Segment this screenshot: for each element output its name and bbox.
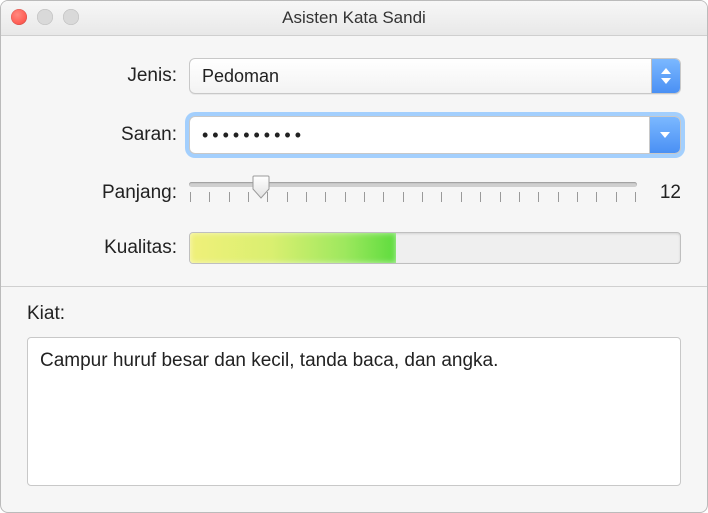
- window-close-button[interactable]: [11, 9, 27, 25]
- titlebar: Asisten Kata Sandi: [1, 1, 707, 36]
- type-dropdown[interactable]: Pedoman: [189, 58, 681, 94]
- password-assistant-window: Asisten Kata Sandi Jenis: Pedoman Saran:: [0, 0, 708, 513]
- suggestion-dropdown-button[interactable]: [649, 117, 680, 153]
- window-minimize-button[interactable]: [37, 9, 53, 25]
- length-value: 12: [647, 182, 681, 204]
- quality-label: Kualitas:: [27, 237, 189, 259]
- tips-label: Kiat:: [27, 303, 681, 325]
- suggestion-input[interactable]: [190, 117, 649, 153]
- quality-meter: [189, 232, 681, 264]
- suggestion-field-wrapper: [189, 116, 681, 154]
- window-title: Asisten Kata Sandi: [282, 8, 426, 28]
- window-zoom-button[interactable]: [63, 9, 79, 25]
- length-label: Panjang:: [27, 182, 189, 204]
- tips-text: Campur huruf besar dan kecil, tanda baca…: [40, 350, 498, 371]
- type-selected-value: Pedoman: [202, 66, 279, 87]
- tips-textbox: Campur huruf besar dan kecil, tanda baca…: [27, 337, 681, 486]
- type-label: Jenis:: [27, 65, 189, 87]
- quality-fill: [190, 233, 396, 263]
- chevron-down-icon: [659, 131, 671, 139]
- stepper-updown-icon[interactable]: [651, 59, 680, 93]
- suggestion-label: Saran:: [27, 124, 189, 146]
- slider-thumb[interactable]: [252, 175, 270, 199]
- length-slider[interactable]: [189, 176, 637, 210]
